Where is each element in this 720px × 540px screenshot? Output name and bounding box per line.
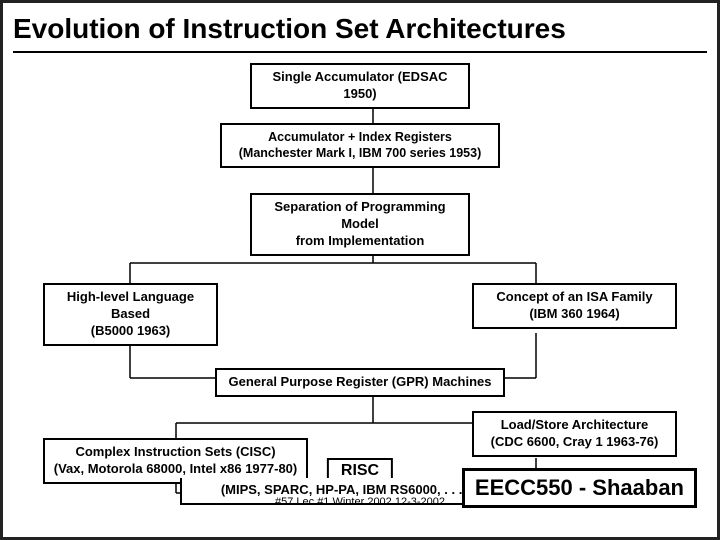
footer-box: EECC550 - Shaaban bbox=[462, 468, 697, 508]
risc-label: RISC bbox=[341, 462, 379, 479]
box-cisc: Complex Instruction Sets (CISC)(Vax, Mot… bbox=[43, 438, 308, 484]
box-concept: Concept of an ISA Family(IBM 360 1964) bbox=[472, 283, 677, 329]
box-accumulator: Accumulator + Index Registers(Manchester… bbox=[220, 123, 500, 168]
footer-note: #57 Lec #1 Winter 2002 12-3-2002 bbox=[275, 496, 445, 508]
highlevel-label: High-level Language Based(B5000 1963) bbox=[67, 289, 194, 338]
diagram: Single Accumulator (EDSAC 1950) Accumula… bbox=[13, 63, 707, 513]
box-loadstore: Load/Store Architecture(CDC 6600, Cray 1… bbox=[472, 411, 677, 457]
loadstore-label: Load/Store Architecture(CDC 6600, Cray 1… bbox=[491, 417, 659, 449]
cisc-label: Complex Instruction Sets (CISC)(Vax, Mot… bbox=[54, 444, 298, 476]
footer-label: EECC550 - Shaaban bbox=[475, 475, 684, 500]
gpr-label: General Purpose Register (GPR) Machines bbox=[229, 374, 492, 389]
box-highlevel: High-level Language Based(B5000 1963) bbox=[43, 283, 218, 346]
concept-label: Concept of an ISA Family(IBM 360 1964) bbox=[496, 289, 652, 321]
accum-label: Accumulator + Index Registers(Manchester… bbox=[239, 130, 481, 160]
edsac-label: Single Accumulator (EDSAC 1950) bbox=[272, 69, 447, 101]
separation-label: Separation of Programming Modelfrom Impl… bbox=[274, 199, 445, 248]
slide: Evolution of Instruction Set Architectur… bbox=[0, 0, 720, 540]
box-separation: Separation of Programming Modelfrom Impl… bbox=[250, 193, 470, 256]
slide-title: Evolution of Instruction Set Architectur… bbox=[13, 13, 707, 53]
risc-detail-label: (MIPS, SPARC, HP-PA, IBM RS6000, . . . 1… bbox=[221, 482, 499, 497]
box-gpr: General Purpose Register (GPR) Machines bbox=[215, 368, 505, 397]
box-edsac: Single Accumulator (EDSAC 1950) bbox=[250, 63, 470, 109]
